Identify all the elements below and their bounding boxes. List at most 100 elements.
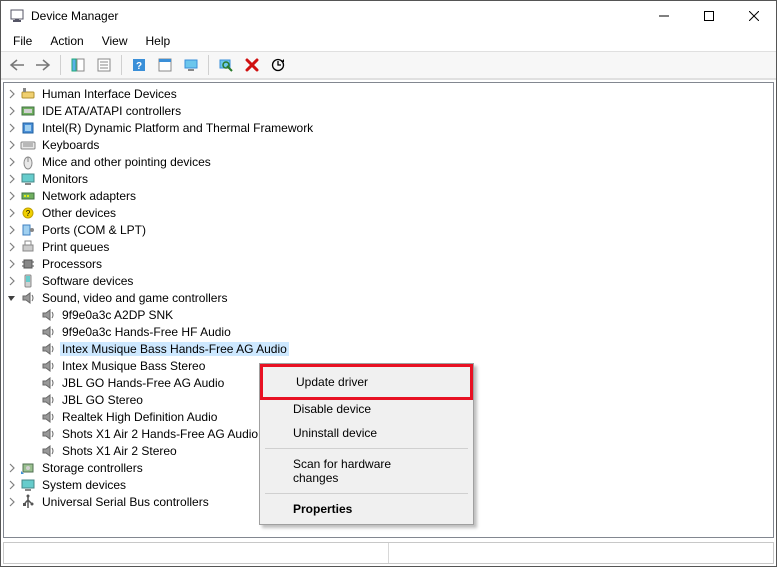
statusbar [3,542,774,564]
tree-device[interactable]: 9f9e0a3c A2DP SNK [24,306,773,323]
expand-arrow-icon[interactable] [4,205,20,221]
tree-category[interactable]: Print queues [4,238,773,255]
other-icon: ? [20,205,36,221]
network-icon [20,188,36,204]
tree-label: JBL GO Stereo [60,393,145,407]
maximize-button[interactable] [686,1,731,31]
toolbar-separator [60,55,61,75]
expand-arrow-icon[interactable] [4,137,20,153]
expand-arrow-icon[interactable] [4,494,20,510]
tree-category[interactable]: Network adapters [4,187,773,204]
tree-category[interactable]: Monitors [4,170,773,187]
titlebar: Device Manager [1,1,776,31]
expand-arrow-icon[interactable] [4,188,20,204]
tree-label: Processors [40,257,104,271]
tree-category[interactable]: IDE ATA/ATAPI controllers [4,102,773,119]
forward-button[interactable] [31,53,55,77]
tree-category[interactable]: ? Other devices [4,204,773,221]
expand-arrow-icon[interactable] [4,460,20,476]
expand-arrow-icon[interactable] [4,256,20,272]
back-button[interactable] [5,53,29,77]
storage-icon [20,460,36,476]
toolbar-separator [121,55,122,75]
speaker-icon [40,375,56,391]
expand-arrow-icon[interactable] [4,154,20,170]
menu-view[interactable]: View [94,32,136,50]
svg-text:?: ? [26,209,31,218]
ctx-disable-device[interactable]: Disable device [263,397,470,421]
tree-label: Intel(R) Dynamic Platform and Thermal Fr… [40,121,315,135]
tree-category[interactable]: Human Interface Devices [4,85,773,102]
svg-text:?: ? [136,61,142,72]
collapse-arrow-icon[interactable] [4,290,20,306]
software-icon [20,273,36,289]
tree-label: 9f9e0a3c A2DP SNK [60,308,175,322]
ctx-separator [265,493,468,494]
expand-arrow-icon[interactable] [4,239,20,255]
printer-icon [20,239,36,255]
toolbar: ? [1,51,776,79]
ide-icon [20,103,36,119]
menubar: File Action View Help [1,31,776,51]
help-button[interactable]: ? [127,53,151,77]
toolbar-icon[interactable] [179,53,203,77]
speaker-icon [20,290,36,306]
tree-label: Intex Musique Bass Stereo [60,359,207,373]
expand-arrow-icon[interactable] [4,222,20,238]
tree-label: Universal Serial Bus controllers [40,495,211,509]
toolbar-icon[interactable] [153,53,177,77]
tree-label: Network adapters [40,189,138,203]
tree-label: Realtek High Definition Audio [60,410,219,424]
window-title: Device Manager [31,9,641,23]
context-menu: Update driver Disable device Uninstall d… [259,363,474,525]
uninstall-button[interactable] [240,53,264,77]
menu-help[interactable]: Help [138,32,179,50]
tree-label: Shots X1 Air 2 Hands-Free AG Audio [60,427,260,441]
tree-category[interactable]: Ports (COM & LPT) [4,221,773,238]
ctx-properties[interactable]: Properties [263,497,470,521]
properties-button[interactable] [92,53,116,77]
speaker-icon [40,426,56,442]
menu-file[interactable]: File [5,32,40,50]
usb-icon [20,494,36,510]
cpu-icon [20,256,36,272]
tree-category[interactable]: Software devices [4,272,773,289]
expand-arrow-icon[interactable] [4,477,20,493]
scan-hardware-button[interactable] [214,53,238,77]
tree-label: Intex Musique Bass Hands-Free AG Audio [60,342,289,356]
speaker-icon [40,409,56,425]
tree-label: Print queues [40,240,111,254]
ctx-uninstall-device[interactable]: Uninstall device [263,421,470,445]
keyboard-icon [20,137,36,153]
speaker-icon [40,392,56,408]
tree-device[interactable]: 9f9e0a3c Hands-Free HF Audio [24,323,773,340]
expand-arrow-icon[interactable] [4,103,20,119]
expand-arrow-icon[interactable] [4,120,20,136]
speaker-icon [40,443,56,459]
tree-category[interactable]: Processors [4,255,773,272]
port-icon [20,222,36,238]
tree-label: Mice and other pointing devices [40,155,213,169]
show-hide-tree-button[interactable] [66,53,90,77]
tree-category-sound[interactable]: Sound, video and game controllers [4,289,773,306]
close-button[interactable] [731,1,776,31]
ctx-update-driver[interactable]: Update driver [260,364,473,400]
tree-label: Sound, video and game controllers [40,291,229,305]
minimize-button[interactable] [641,1,686,31]
tree-category[interactable]: Intel(R) Dynamic Platform and Thermal Fr… [4,119,773,136]
tree-label: Software devices [40,274,135,288]
tree-label: IDE ATA/ATAPI controllers [40,104,183,118]
expand-arrow-icon[interactable] [4,273,20,289]
expand-arrow-icon[interactable] [4,86,20,102]
menu-action[interactable]: Action [42,32,91,50]
tree-label: Other devices [40,206,118,220]
tree-device[interactable]: Intex Musique Bass Hands-Free AG Audio [24,340,773,357]
ctx-scan-hardware[interactable]: Scan for hardware changes [263,452,470,490]
speaker-icon [40,307,56,323]
speaker-icon [40,324,56,340]
ctx-separator [265,448,468,449]
tree-category[interactable]: Mice and other pointing devices [4,153,773,170]
tree-category[interactable]: Keyboards [4,136,773,153]
update-driver-button[interactable] [266,53,290,77]
expand-arrow-icon[interactable] [4,171,20,187]
